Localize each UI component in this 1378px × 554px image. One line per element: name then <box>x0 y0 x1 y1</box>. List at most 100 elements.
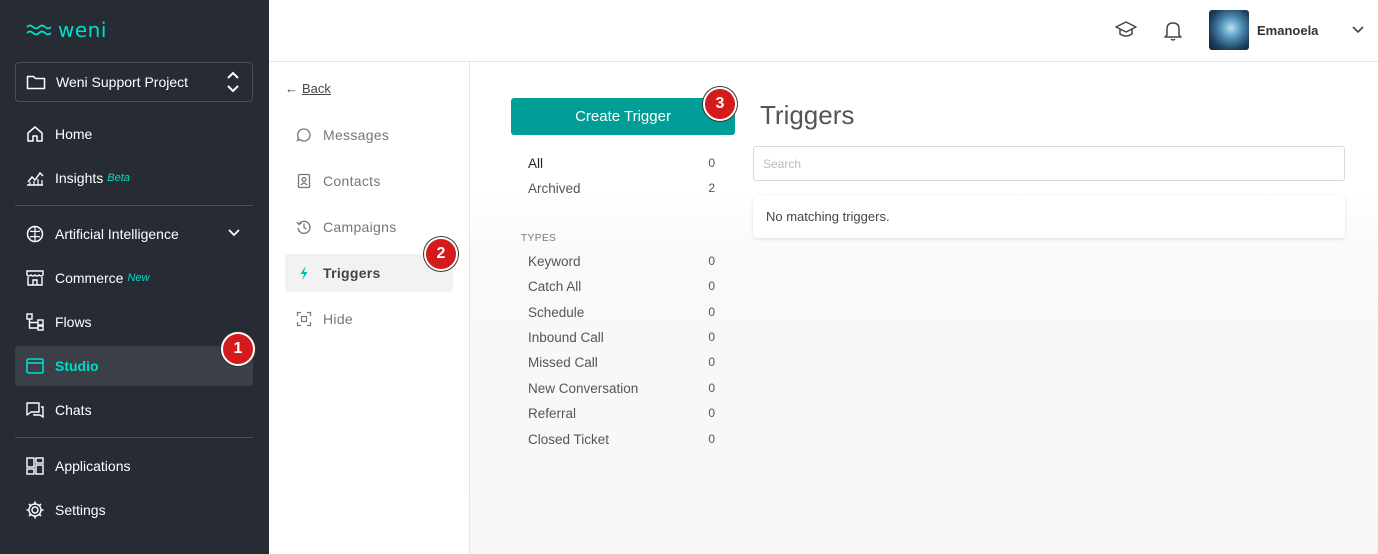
type-label: Closed Ticket <box>528 432 610 447</box>
empty-state: No matching triggers. <box>753 195 1345 238</box>
message-icon <box>295 127 313 143</box>
filter-label: Archived <box>528 181 581 196</box>
window-icon <box>25 356 45 376</box>
weni-logo[interactable]: weni <box>26 18 107 42</box>
subnav-item-hide[interactable]: Hide <box>285 300 453 338</box>
type-count: 0 <box>708 381 715 395</box>
types-header: TYPES <box>521 233 557 244</box>
type-schedule[interactable]: Schedule 0 <box>528 305 715 320</box>
step-marker-3: 3 <box>703 87 737 121</box>
sidebar-item-commerce[interactable]: Commerce New <box>15 258 253 298</box>
back-label: Back <box>302 81 331 96</box>
contact-icon <box>295 173 313 189</box>
sidebar-item-flows[interactable]: Flows <box>15 302 253 342</box>
subnav-item-label: Messages <box>323 127 390 143</box>
type-label: Keyword <box>528 254 581 269</box>
type-count: 0 <box>708 432 715 446</box>
grid-icon <box>25 456 45 476</box>
studio-subnav: ← Back Messages Contacts Campaigns Trigge… <box>269 62 470 554</box>
chevron-up-down-icon <box>227 71 239 93</box>
subnav-item-messages[interactable]: Messages <box>285 116 453 154</box>
hide-icon <box>295 311 313 327</box>
sidebar-item-label: Artificial Intelligence <box>55 226 179 242</box>
sidebar-item-insights[interactable]: Insights Beta <box>15 158 253 198</box>
graduation-cap-icon[interactable] <box>1115 20 1137 40</box>
top-header: Emanoela <box>269 0 1378 62</box>
sidebar-item-label: Home <box>55 126 93 142</box>
project-selector[interactable]: Weni Support Project <box>15 62 253 102</box>
filter-label: All <box>528 156 544 171</box>
sidebar-item-label: Settings <box>55 502 106 518</box>
filter-all[interactable]: All 0 <box>528 156 715 171</box>
type-inbound-call[interactable]: Inbound Call 0 <box>528 330 715 345</box>
sidebar-item-label: Insights <box>55 170 104 186</box>
sidebar-item-settings[interactable]: Settings <box>15 490 253 530</box>
type-referral[interactable]: Referral 0 <box>528 406 715 421</box>
beta-badge: Beta <box>107 172 130 184</box>
type-closed-ticket[interactable]: Closed Ticket 0 <box>528 432 715 447</box>
new-badge: New <box>127 272 150 284</box>
type-label: New Conversation <box>528 381 639 396</box>
type-count: 0 <box>708 254 715 268</box>
type-new-conversation[interactable]: New Conversation 0 <box>528 381 715 396</box>
filter-count: 0 <box>708 156 715 170</box>
type-label: Missed Call <box>528 355 598 370</box>
back-link[interactable]: ← Back <box>285 81 331 96</box>
filter-count: 2 <box>708 181 715 195</box>
sidebar: weni Weni Support Project Home Insights … <box>0 0 269 554</box>
type-missed-call[interactable]: Missed Call 0 <box>528 355 715 370</box>
folder-icon <box>26 75 46 90</box>
sidebar-divider <box>15 205 253 206</box>
sidebar-divider <box>15 437 253 438</box>
subnav-item-label: Hide <box>323 311 353 327</box>
type-label: Schedule <box>528 305 585 320</box>
type-count: 0 <box>708 406 715 420</box>
sidebar-item-chats[interactable]: Chats <box>15 390 253 430</box>
home-icon <box>25 124 45 144</box>
subnav-item-label: Triggers <box>323 265 381 281</box>
type-keyword[interactable]: Keyword 0 <box>528 254 715 269</box>
chart-icon <box>25 168 45 188</box>
create-trigger-button[interactable]: Create Trigger <box>511 98 735 135</box>
bolt-icon <box>295 265 313 281</box>
sidebar-item-studio[interactable]: Studio <box>15 346 253 386</box>
type-label: Inbound Call <box>528 330 604 345</box>
avatar[interactable] <box>1209 10 1249 50</box>
sidebar-item-applications[interactable]: Applications <box>15 446 253 486</box>
step-marker-1: 1 <box>221 332 255 366</box>
sidebar-item-ai[interactable]: Artificial Intelligence <box>15 214 253 254</box>
chat-icon <box>25 400 45 420</box>
sidebar-item-label: Flows <box>55 314 92 330</box>
wave-logo-icon <box>26 24 52 36</box>
filter-archived[interactable]: Archived 2 <box>528 181 715 196</box>
chevron-down-icon[interactable] <box>227 226 241 240</box>
flow-icon <box>25 312 45 332</box>
type-catch-all[interactable]: Catch All 0 <box>528 279 715 294</box>
subnav-item-label: Contacts <box>323 173 381 189</box>
brain-icon <box>25 224 45 244</box>
sidebar-item-home[interactable]: Home <box>15 114 253 154</box>
type-count: 0 <box>708 330 715 344</box>
project-name: Weni Support Project <box>56 74 189 90</box>
type-label: Catch All <box>528 279 582 294</box>
subnav-item-label: Campaigns <box>323 219 397 235</box>
store-icon <box>25 268 45 288</box>
gear-icon <box>25 500 45 520</box>
type-count: 0 <box>708 305 715 319</box>
search-input[interactable] <box>753 146 1345 181</box>
subnav-item-contacts[interactable]: Contacts <box>285 162 453 200</box>
subnav-item-campaigns[interactable]: Campaigns <box>285 208 453 246</box>
bell-icon[interactable] <box>1163 20 1183 42</box>
type-count: 0 <box>708 279 715 293</box>
page-title: Triggers <box>760 100 855 130</box>
sidebar-item-label: Commerce <box>55 270 124 286</box>
chevron-down-icon[interactable] <box>1351 24 1365 36</box>
history-icon <box>295 219 313 235</box>
sidebar-item-label: Applications <box>55 458 131 474</box>
username[interactable]: Emanoela <box>1257 23 1318 38</box>
type-label: Referral <box>528 406 577 421</box>
type-count: 0 <box>708 355 715 369</box>
sidebar-item-label: Chats <box>55 402 92 418</box>
back-arrow-icon: ← <box>285 81 298 96</box>
logo-text: weni <box>58 18 107 42</box>
